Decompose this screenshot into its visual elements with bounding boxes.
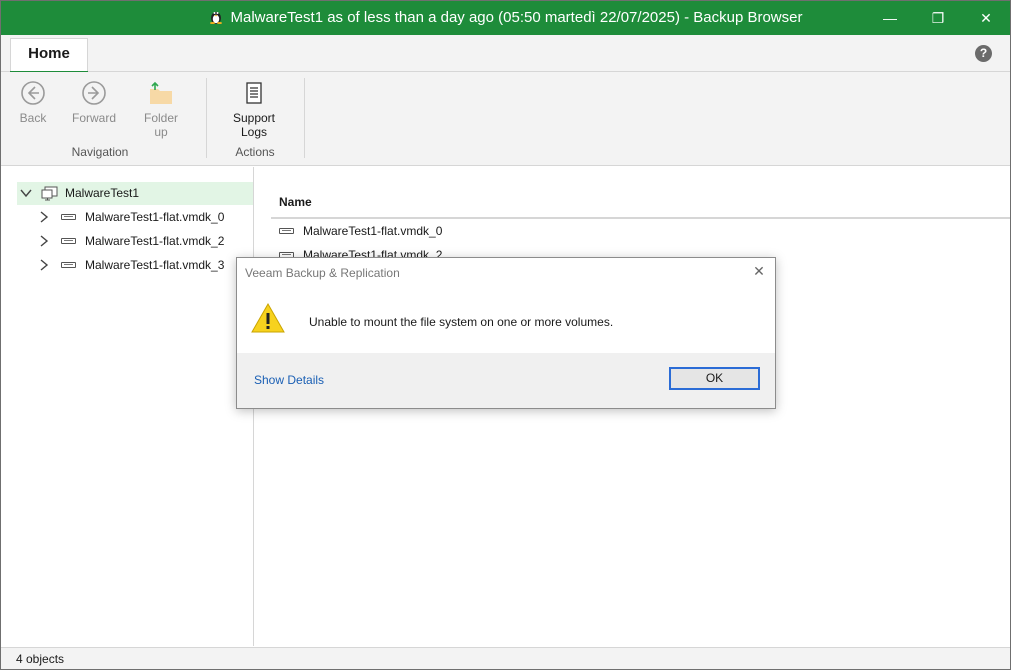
forward-label: Forward — [71, 111, 116, 125]
document-icon — [246, 82, 262, 104]
disk-icon — [279, 228, 294, 234]
disk-icon — [61, 238, 76, 244]
dialog-close-button[interactable]: ✕ — [751, 263, 767, 279]
list-item-label: MalwareTest1-flat.vmdk_0 — [303, 224, 443, 238]
maximize-button[interactable]: ❐ — [926, 7, 950, 29]
show-details-link[interactable]: Show Details — [254, 373, 324, 387]
ribbon-toolbar: Back Forward Folder up Navigation Suppor… — [1, 72, 1010, 166]
ribbon-separator — [304, 78, 305, 158]
support-logs-label-1: Support — [232, 111, 276, 125]
tree-root-node[interactable]: MalwareTest1 — [17, 182, 253, 205]
linux-tux-icon — [209, 9, 223, 24]
tree-item-label: MalwareTest1-flat.vmdk_3 — [85, 258, 225, 272]
folder-up-icon — [150, 81, 172, 104]
error-dialog: Veeam Backup & Replication ✕ Unable to m… — [236, 257, 776, 409]
group-label-actions: Actions — [235, 145, 275, 159]
disk-icon — [61, 262, 76, 268]
window-title: MalwareTest1 as of less than a day ago (… — [230, 9, 803, 26]
forward-button[interactable]: Forward — [71, 80, 117, 125]
dialog-message: Unable to mount the file system on one o… — [309, 315, 614, 329]
disk-icon — [61, 214, 76, 220]
tab-home[interactable]: Home — [10, 38, 88, 74]
status-bar: 4 objects — [1, 647, 1010, 669]
vm-icon — [41, 186, 58, 201]
tree-item-label: MalwareTest1-flat.vmdk_0 — [85, 210, 225, 224]
folder-up-button[interactable]: Folder up — [141, 80, 181, 139]
support-logs-label-2: Logs — [240, 125, 268, 139]
warning-icon — [251, 302, 285, 333]
back-arrow-icon — [21, 81, 45, 105]
minimize-button[interactable]: — — [878, 7, 902, 29]
window-title-area: MalwareTest1 as of less than a day ago (… — [1, 9, 1010, 26]
object-count: 4 objects — [16, 652, 65, 666]
tree-root-label: MalwareTest1 — [65, 186, 140, 200]
folder-up-label-2: up — [154, 125, 168, 139]
group-label-navigation: Navigation — [71, 145, 129, 159]
dialog-title: Veeam Backup & Replication — [245, 266, 400, 280]
folder-up-label-1: Folder — [143, 111, 178, 125]
chevron-down-icon[interactable] — [20, 187, 32, 199]
ok-button[interactable]: OK — [669, 367, 760, 390]
forward-arrow-icon — [82, 81, 106, 105]
dialog-footer: Show Details OK — [237, 353, 775, 408]
tree-item-label: MalwareTest1-flat.vmdk_2 — [85, 234, 225, 248]
list-item[interactable]: MalwareTest1-flat.vmdk_0 — [279, 220, 679, 242]
close-button[interactable]: ✕ — [974, 7, 998, 29]
chevron-right-icon[interactable] — [38, 259, 50, 271]
help-icon[interactable]: ? — [975, 45, 992, 62]
chevron-right-icon[interactable] — [38, 235, 50, 247]
chevron-right-icon[interactable] — [38, 211, 50, 223]
back-label: Back — [19, 111, 47, 125]
ribbon-tab-row: Home ? — [1, 35, 1010, 74]
support-logs-button[interactable]: Support Logs — [229, 80, 279, 139]
column-header-name[interactable]: Name — [271, 191, 1010, 219]
back-button[interactable]: Back — [13, 80, 53, 125]
title-bar: MalwareTest1 as of less than a day ago (… — [1, 1, 1010, 35]
tree-pane: MalwareTest1 MalwareTest1-flat.vmdk_0 Ma… — [1, 167, 254, 646]
ribbon-separator — [206, 78, 207, 158]
backup-browser-window: MalwareTest1 as of less than a day ago (… — [0, 0, 1011, 670]
